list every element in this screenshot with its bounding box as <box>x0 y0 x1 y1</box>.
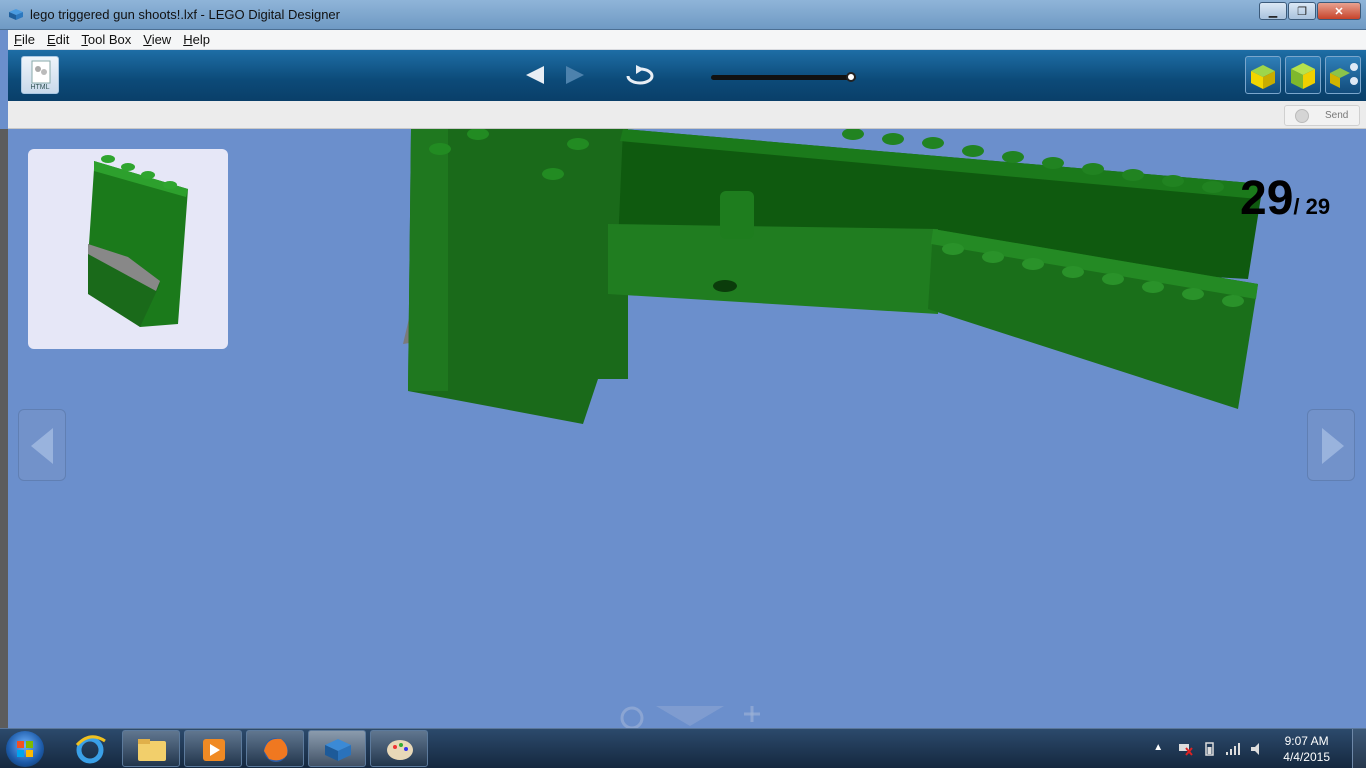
taskbar-lego-digital-designer[interactable] <box>308 730 366 767</box>
send-button[interactable]: Send <box>1284 105 1360 126</box>
3d-viewport[interactable]: 29/ 29 <box>8 129 1366 728</box>
html-button-label: HTML <box>30 84 50 91</box>
numbered-bricks-icon <box>1330 63 1358 88</box>
building-guide-mode-button[interactable] <box>1325 56 1361 94</box>
zoom-out-icon <box>620 706 644 728</box>
chevron-right-icon <box>1322 428 1344 464</box>
action-center-flag-icon[interactable] <box>1177 742 1194 756</box>
start-button[interactable] <box>6 731 44 767</box>
lego-brick-icon <box>325 739 351 761</box>
html-document-icon <box>31 60 51 84</box>
paint-palette-icon <box>387 740 413 760</box>
taskbar-paint[interactable] <box>370 730 428 767</box>
menu-edit[interactable]: Edit <box>41 32 75 47</box>
part-preview-brick-render <box>88 155 188 327</box>
volume-icon[interactable] <box>1249 742 1265 756</box>
camera-controls[interactable] <box>616 702 766 728</box>
step-slider-thumb[interactable] <box>846 72 856 82</box>
restore-button[interactable]: ❐ <box>1288 2 1316 20</box>
menu-file[interactable]: File <box>8 32 41 47</box>
current-step-number: 29 <box>1240 172 1294 225</box>
build-mode-button[interactable] <box>1245 56 1281 94</box>
green-cube-icon <box>1291 63 1315 89</box>
total-steps-number: 29 <box>1305 194 1331 219</box>
system-tray: ▲ 9:07 AM 4/4/2015 <box>1145 729 1330 768</box>
chevron-left-icon <box>31 428 53 464</box>
battery-icon[interactable] <box>1201 742 1217 756</box>
menu-view[interactable]: View <box>137 32 177 47</box>
step-counter: 29/ 29 <box>1240 172 1331 225</box>
previous-step-button[interactable] <box>18 409 66 481</box>
window-left-edge <box>0 129 8 728</box>
taskbar-clock[interactable]: 9:07 AM 4/4/2015 <box>1283 733 1330 765</box>
minimize-button[interactable]: ▁ <box>1259 2 1287 20</box>
chevron-down-icon <box>656 706 724 726</box>
step-slider-track[interactable] <box>711 75 856 80</box>
lego-digital-designer-window: lego triggered gun shoots!.lxf - LEGO Di… <box>0 0 1366 768</box>
view-mode-button[interactable] <box>1285 56 1321 94</box>
taskbar-internet-explorer[interactable] <box>60 730 118 767</box>
green-yellow-bricks-icon <box>1251 65 1275 89</box>
building-guide-toolbar: HTML <box>8 50 1366 101</box>
taskbar-media-player[interactable] <box>184 730 242 767</box>
lego-brick-icon <box>9 9 23 20</box>
firefox-icon <box>264 738 288 762</box>
previous-step-arrow-icon[interactable] <box>526 66 544 84</box>
network-signal-icon[interactable] <box>1225 742 1241 756</box>
windows-taskbar: ▲ 9:07 AM 4/4/2015 <box>0 728 1366 768</box>
window-title: lego triggered gun shoots!.lxf - LEGO Di… <box>30 7 340 22</box>
folder-icon <box>138 739 166 761</box>
menu-bar: File Edit Tool Box View Help <box>8 30 1366 50</box>
clock-date: 4/4/2015 <box>1283 750 1330 764</box>
next-step-arrow-icon[interactable] <box>566 66 584 84</box>
taskbar-file-explorer[interactable] <box>122 730 180 767</box>
show-desktop-button[interactable] <box>1352 729 1366 768</box>
reset-view-rotate-icon[interactable] <box>622 64 658 86</box>
send-label: Send <box>1325 110 1349 121</box>
close-button[interactable]: ✕ <box>1317 2 1361 20</box>
internet-explorer-icon <box>75 735 106 764</box>
send-icon <box>1295 109 1309 123</box>
next-step-button[interactable] <box>1307 409 1355 481</box>
show-hidden-icons-icon[interactable]: ▲ <box>1153 742 1169 756</box>
media-player-icon <box>203 739 225 761</box>
clock-time: 9:07 AM <box>1284 734 1329 748</box>
part-preview-panel <box>28 149 228 349</box>
menu-toolbox[interactable]: Tool Box <box>75 32 137 47</box>
menu-help[interactable]: Help <box>177 32 216 47</box>
title-bar: lego triggered gun shoots!.lxf - LEGO Di… <box>0 0 1366 30</box>
export-html-button[interactable]: HTML <box>21 56 59 94</box>
windows-logo-icon <box>17 741 33 757</box>
sub-toolbar: Send <box>8 101 1366 129</box>
taskbar-firefox[interactable] <box>246 730 304 767</box>
